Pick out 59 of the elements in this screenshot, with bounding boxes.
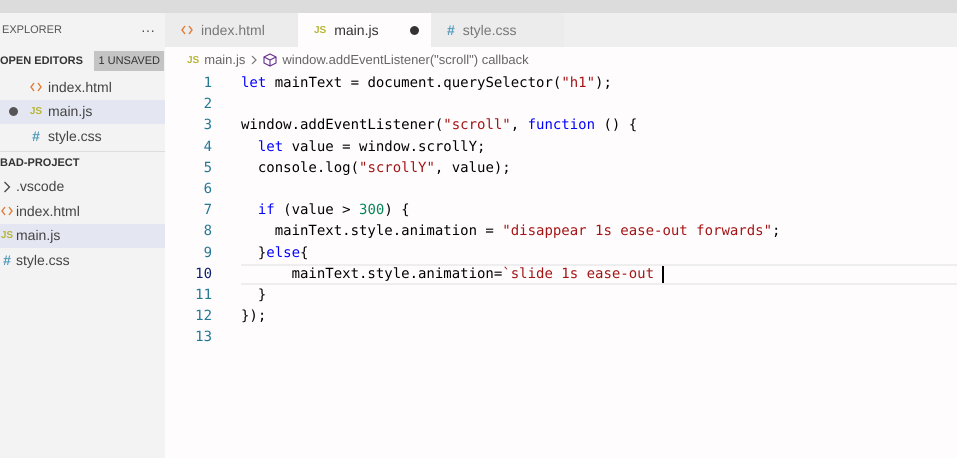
code-line: }); bbox=[241, 307, 266, 326]
line-number: 6 bbox=[202, 180, 212, 200]
code-line: mainText.style.animation=`slide 1s ease-out bbox=[290, 264, 656, 284]
open-editor-item[interactable]: JS main.js bbox=[0, 100, 165, 124]
chevron-right-icon bbox=[251, 55, 258, 65]
hash-file-icon: # bbox=[32, 126, 40, 147]
editor-tab[interactable]: JS main.js bbox=[298, 13, 431, 47]
line-number: 12 bbox=[194, 307, 212, 326]
line-number: 11 bbox=[194, 286, 212, 305]
more-actions-button[interactable]: ··· bbox=[137, 20, 159, 40]
code-line: let mainText = document.querySelector("h1"); bbox=[241, 74, 612, 94]
file-tree-item[interactable]: index.html bbox=[0, 199, 165, 224]
line-number: 10 bbox=[194, 264, 212, 284]
code-line: mainText.style.animation = "disappear 1s ease-out forwards"; bbox=[274, 222, 780, 242]
section-header[interactable]: BAD-PROJECT bbox=[0, 154, 80, 172]
line-number: 3 bbox=[202, 116, 212, 136]
unsaved-count-badge: 1 UNSAVED bbox=[94, 50, 164, 72]
code-line: if (value > 300) { bbox=[256, 201, 410, 220]
file-name: style.css bbox=[16, 250, 70, 270]
js-file-icon: JS bbox=[30, 104, 42, 120]
line-number: 13 bbox=[194, 328, 212, 348]
chevron-right-icon bbox=[3, 180, 11, 193]
file-name: main.js bbox=[48, 102, 92, 122]
cube-icon bbox=[263, 53, 278, 67]
open-editor-item[interactable]: # style.css bbox=[0, 124, 165, 148]
line-number: 9 bbox=[202, 244, 212, 263]
file-name: style.css bbox=[48, 126, 102, 146]
code-line: }else{ bbox=[256, 244, 308, 263]
js-file-icon: JS bbox=[187, 52, 200, 68]
line-number: 2 bbox=[202, 95, 212, 114]
section-header[interactable]: OPEN EDITORS bbox=[0, 52, 83, 70]
file-tree-item[interactable]: # style.css bbox=[0, 248, 165, 272]
line-number: 8 bbox=[202, 222, 212, 242]
code-brackets-icon bbox=[30, 82, 42, 92]
line-number: 5 bbox=[202, 158, 212, 178]
code-line: } bbox=[256, 286, 266, 305]
sidebar-title: EXPLORER bbox=[2, 22, 62, 38]
file-name: main.js bbox=[16, 226, 60, 246]
file-name: .vscode bbox=[16, 177, 64, 196]
file-name: index.html bbox=[16, 202, 80, 221]
line-number: 7 bbox=[202, 201, 212, 220]
file-name: index.html bbox=[48, 78, 112, 97]
js-file-icon: JS bbox=[314, 22, 326, 38]
line-number: 1 bbox=[202, 74, 212, 94]
file-tree-item[interactable]: JS main.js bbox=[0, 224, 165, 248]
code-line: window.addEventListener("scroll", function () { bbox=[241, 116, 638, 136]
code-brackets-icon bbox=[1, 206, 13, 216]
code-brackets-icon bbox=[181, 25, 193, 35]
hash-file-icon: # bbox=[447, 20, 455, 40]
breadcrumb-item[interactable]: window.addEventListener("scroll") callback bbox=[282, 50, 529, 70]
js-file-icon: JS bbox=[0, 228, 14, 244]
line-number: 4 bbox=[202, 138, 212, 157]
text-cursor bbox=[662, 266, 664, 283]
hash-file-icon: # bbox=[3, 250, 11, 271]
open-editor-item[interactable]: index.html bbox=[0, 75, 165, 100]
file-tree-item[interactable]: .vscode bbox=[0, 174, 165, 199]
breadcrumb-item[interactable]: main.js bbox=[204, 50, 246, 70]
code-line: console.log("scrollY", value); bbox=[256, 158, 511, 178]
code-line: let value = window.scrollY; bbox=[256, 138, 486, 157]
